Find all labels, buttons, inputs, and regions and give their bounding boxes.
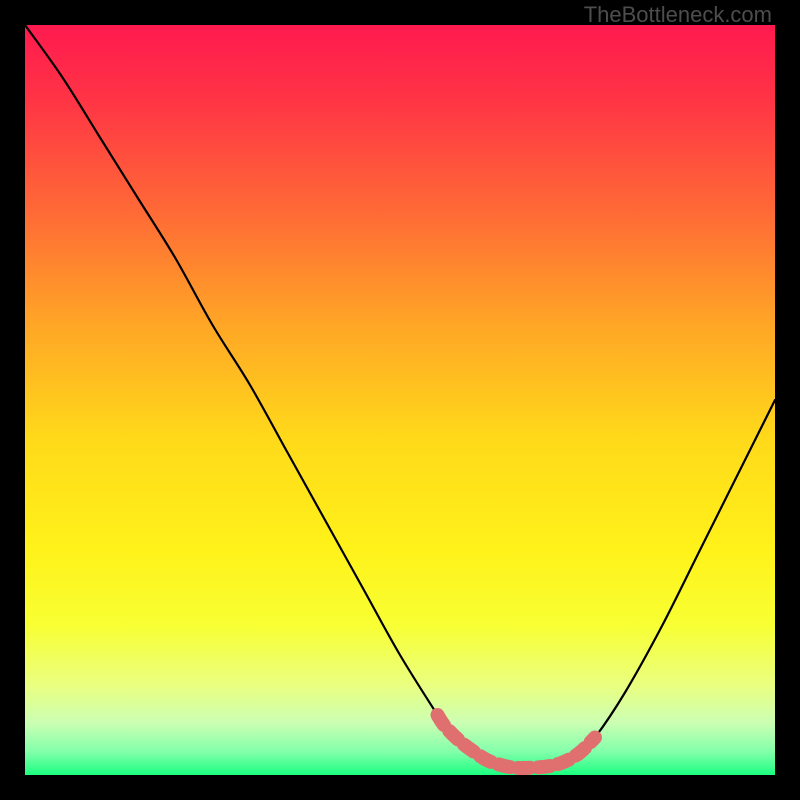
chart-svg xyxy=(25,25,775,775)
plot-region xyxy=(25,25,775,775)
gradient-background xyxy=(25,25,775,775)
chart-viewport: TheBottleneck.com xyxy=(0,0,800,800)
